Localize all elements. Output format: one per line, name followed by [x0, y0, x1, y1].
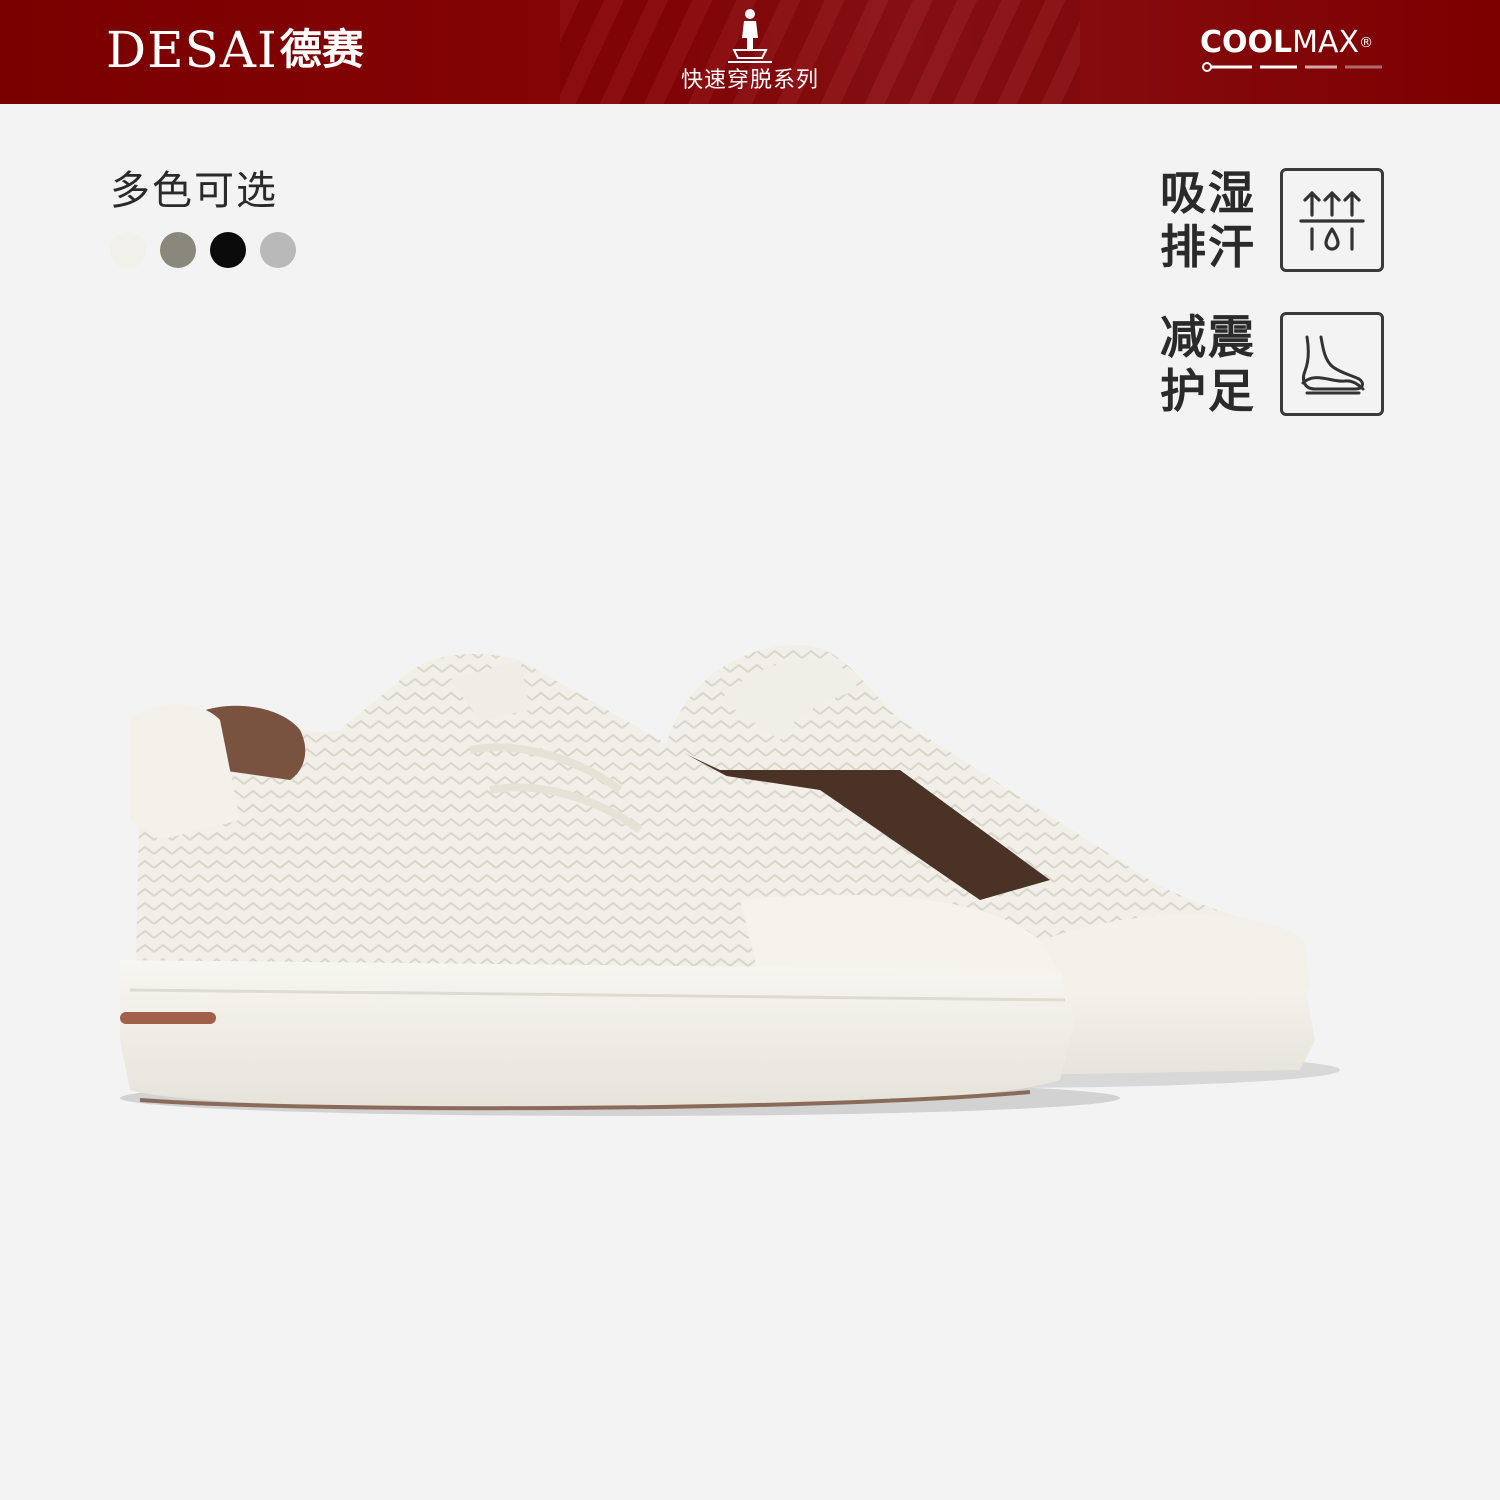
feature-shock-absorption: 减震 护足: [1160, 310, 1384, 418]
color-swatches: [110, 232, 296, 268]
feature-2-line-2: 护足: [1160, 364, 1256, 418]
series-label: 快速穿脱系列: [680, 68, 819, 93]
moisture-wicking-icon: [1280, 168, 1384, 272]
quick-wear-emblem-icon: [728, 9, 772, 63]
brand-logo: DESAI 德赛: [106, 22, 364, 78]
product-sneakers-image: [120, 645, 1340, 1116]
feature-1-line-2: 排汗: [1160, 220, 1256, 274]
coolmax-logo: COOLMAX®: [1200, 28, 1390, 76]
feature-1-line-1: 吸湿: [1160, 166, 1256, 220]
color-options-title: 多色可选: [110, 168, 278, 214]
coolmax-underline-icon: [1202, 62, 1382, 72]
registered-mark: ®: [1359, 35, 1374, 51]
coolmax-logo-bold: COOL: [1200, 25, 1293, 60]
brand-logo-latin: DESAI: [106, 21, 278, 79]
swatch-black[interactable]: [210, 232, 246, 268]
coolmax-logo-light: MAX: [1292, 25, 1360, 60]
swatch-white[interactable]: [110, 232, 146, 268]
foot-cushion-icon: [1280, 312, 1384, 416]
feature-moisture-wicking: 吸湿 排汗: [1160, 166, 1384, 274]
header-banner: DESAI 德赛 快速穿脱系列 COOLMAX®: [0, 0, 1500, 104]
swatch-grey[interactable]: [260, 232, 296, 268]
brand-logo-chinese: 德赛: [279, 25, 364, 74]
feature-2-line-1: 减震: [1160, 310, 1256, 364]
swatch-khaki[interactable]: [160, 232, 196, 268]
